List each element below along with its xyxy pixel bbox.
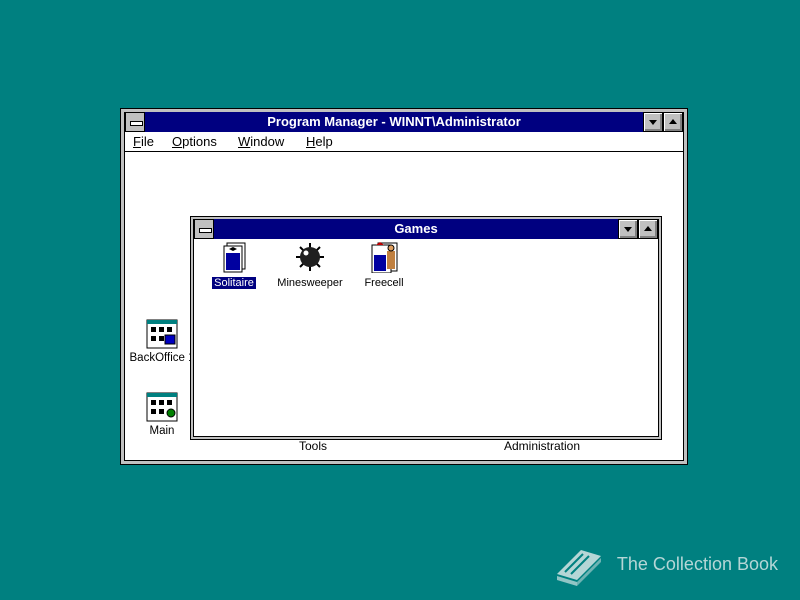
games-minimize-button[interactable] xyxy=(618,219,638,239)
menu-file[interactable]: File xyxy=(133,133,154,150)
freecell-icon xyxy=(368,241,400,274)
minesweeper-icon xyxy=(294,241,326,273)
minimize-arrow-icon xyxy=(649,120,657,125)
group-backoffice[interactable]: BackOffice 1 xyxy=(127,319,197,364)
control-menu-button[interactable] xyxy=(125,112,145,132)
group-label: BackOffice 1 xyxy=(129,352,195,364)
minimize-button[interactable] xyxy=(643,112,663,132)
control-menu-icon xyxy=(199,228,212,233)
maximize-arrow-icon xyxy=(644,226,652,231)
menu-options[interactable]: Options xyxy=(172,133,217,150)
book-icon xyxy=(556,550,601,586)
games-window: Games Solitaire Minesweeper Freecell xyxy=(190,216,662,440)
maximize-button[interactable] xyxy=(663,112,683,132)
freecell-program[interactable]: Freecell xyxy=(349,241,419,291)
program-label: Freecell xyxy=(364,277,404,289)
group-tools-label[interactable]: Tools xyxy=(299,439,327,453)
menu-help[interactable]: Help xyxy=(306,133,333,150)
group-administration-label[interactable]: Administration xyxy=(504,439,580,453)
games-window-title: Games xyxy=(394,221,438,236)
games-titlebar[interactable]: Games xyxy=(194,219,658,239)
games-content: Solitaire Minesweeper Freecell xyxy=(194,239,658,436)
solitaire-icon xyxy=(218,241,250,273)
watermark: The Collection Book xyxy=(553,542,778,586)
games-control-menu-button[interactable] xyxy=(194,219,214,239)
games-maximize-button[interactable] xyxy=(638,219,658,239)
menu-window[interactable]: Window xyxy=(238,133,284,150)
solitaire-program[interactable]: Solitaire xyxy=(199,241,269,291)
program-group-icon xyxy=(146,392,178,422)
program-group-icon xyxy=(146,319,178,349)
program-label: Minesweeper xyxy=(277,277,343,289)
control-menu-icon xyxy=(130,121,143,126)
menu-bar: File Options Window Help xyxy=(125,132,683,152)
watermark-text: The Collection Book xyxy=(616,553,778,574)
minesweeper-program[interactable]: Minesweeper xyxy=(275,241,345,291)
program-label: Solitaire xyxy=(212,277,256,289)
group-main[interactable]: Main xyxy=(127,392,197,437)
window-title: Program Manager - WINNT\Administrator xyxy=(267,114,521,129)
group-label: Main xyxy=(149,425,175,437)
minimize-arrow-icon xyxy=(624,227,632,232)
program-manager-titlebar[interactable]: Program Manager - WINNT\Administrator xyxy=(125,112,683,132)
maximize-arrow-icon xyxy=(669,119,677,124)
